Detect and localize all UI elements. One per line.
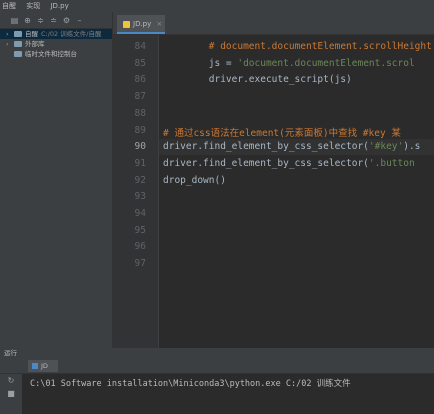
code-line: # 通过css语法在element(元素面板)中查找 #key 某 xyxy=(163,125,401,139)
scratches-icon xyxy=(14,51,22,57)
project-panel: ▤ ⊕ ≑ ≐ ⚙ – › 自醒 C:/02 训练文件/自醒 › 外部库 临时文… xyxy=(0,12,113,348)
collapse-icon[interactable]: ≑ xyxy=(36,16,45,25)
code-line: driver.find_element_by_css_selector('.bu… xyxy=(163,158,415,169)
code-token: ).s xyxy=(403,141,421,153)
line-number: 85 xyxy=(134,57,146,69)
project-tree: › 自醒 C:/02 训练文件/自醒 › 外部库 临时文件和控制台 xyxy=(0,29,112,59)
line-number: 95 xyxy=(134,224,146,236)
line-number-gutter: 84 85 86 87 88 89 90 91 92 93 94 95 96 97 xyxy=(113,35,159,348)
library-icon xyxy=(14,41,22,47)
run-toolbar: JD xyxy=(0,359,434,374)
tab-jd-py[interactable]: JD.py × xyxy=(117,15,166,34)
chevron-right-icon[interactable]: › xyxy=(6,39,11,49)
stop-icon[interactable]: ■ xyxy=(0,387,22,400)
code-token: driver.find_element_by_css_selector( xyxy=(163,157,369,169)
top-breadcrumb-bar: 自醒 实现 JD.py xyxy=(0,0,434,12)
code-token: '.button xyxy=(368,157,415,169)
breadcrumb-item-file[interactable]: JD.py xyxy=(50,2,68,10)
code-token: driver.find_element_by_css_selector( xyxy=(163,141,369,153)
run-side-toolbar: ↻ ■ xyxy=(0,374,22,414)
code-token: driver.execute_script(js) xyxy=(163,74,352,86)
close-icon[interactable]: × xyxy=(156,15,162,34)
python-run-icon xyxy=(32,363,38,369)
target-icon[interactable]: ⊕ xyxy=(23,16,32,25)
layout-icon[interactable]: ▤ xyxy=(10,16,19,25)
minimize-icon[interactable]: – xyxy=(75,16,84,25)
python-file-icon xyxy=(123,20,130,28)
tree-item-label: 临时文件和控制台 xyxy=(25,50,77,58)
line-number: 88 xyxy=(134,107,146,119)
code-line: driver.find_element_by_css_selector('#ke… xyxy=(163,141,420,152)
line-number: 89 xyxy=(134,124,146,136)
run-command-line: C:\01 Software installation\Miniconda3\p… xyxy=(30,379,351,389)
code-token: 'document.documentElement.scrol xyxy=(237,57,415,69)
tree-item-path: C:/02 训练文件/自醒 xyxy=(41,30,102,38)
tree-item-label: 自醒 xyxy=(25,30,38,38)
expand-icon[interactable]: ≐ xyxy=(49,16,58,25)
code-line: js = 'document.documentElement.scrol xyxy=(163,58,415,69)
rerun-icon[interactable]: ↻ xyxy=(0,374,22,387)
folder-icon xyxy=(14,31,22,37)
tree-item-external-libraries[interactable]: › 外部库 xyxy=(0,39,112,49)
code-editor[interactable]: # document.documentElement.scrollHeight … xyxy=(159,35,434,348)
line-number: 93 xyxy=(134,191,146,203)
gear-icon[interactable]: ⚙ xyxy=(62,16,71,25)
breadcrumb-item-folder[interactable]: 实现 xyxy=(26,2,40,10)
tab-label: JD.py xyxy=(133,20,152,28)
line-number: 92 xyxy=(134,174,146,186)
line-number: 97 xyxy=(134,258,146,270)
run-panel-header: 运行 xyxy=(0,348,434,359)
editor-tab-strip: JD.py × xyxy=(113,12,434,35)
tree-item-scratches[interactable]: 临时文件和控制台 xyxy=(0,49,112,59)
line-number: 84 xyxy=(134,41,146,52)
code-token: # 通过css语法在element(元素面板)中查找 #key 某 xyxy=(163,127,401,139)
code-token: # document.documentElement.scrollHeight xyxy=(208,41,432,52)
run-config-tab[interactable]: JD xyxy=(28,360,58,372)
code-token: '#key' xyxy=(368,141,404,153)
line-number: 90 xyxy=(134,141,146,153)
breadcrumb-item-project[interactable]: 自醒 xyxy=(2,2,16,10)
code-line: driver.execute_script(js) xyxy=(163,74,352,85)
tree-item-project-root[interactable]: › 自醒 C:/02 训练文件/自醒 xyxy=(0,29,112,39)
tree-item-label: 外部库 xyxy=(25,40,45,48)
line-number: 86 xyxy=(134,74,146,86)
code-token: drop_down() xyxy=(163,174,226,186)
code-line: drop_down() xyxy=(163,175,226,186)
run-tab-label: JD xyxy=(41,362,48,370)
line-number: 91 xyxy=(134,157,146,169)
run-console[interactable]: ↻ ■ C:\01 Software installation\Minicond… xyxy=(0,374,434,414)
line-number: 94 xyxy=(134,208,146,219)
line-number: 96 xyxy=(134,241,146,253)
line-number: 87 xyxy=(134,91,146,103)
code-token: js = xyxy=(163,57,238,69)
project-toolbar: ▤ ⊕ ≑ ≐ ⚙ – xyxy=(0,12,112,29)
chevron-right-icon[interactable]: › xyxy=(6,29,11,39)
code-line: # document.documentElement.scrollHeight xyxy=(163,41,432,52)
run-panel-label: 运行 xyxy=(4,349,17,357)
